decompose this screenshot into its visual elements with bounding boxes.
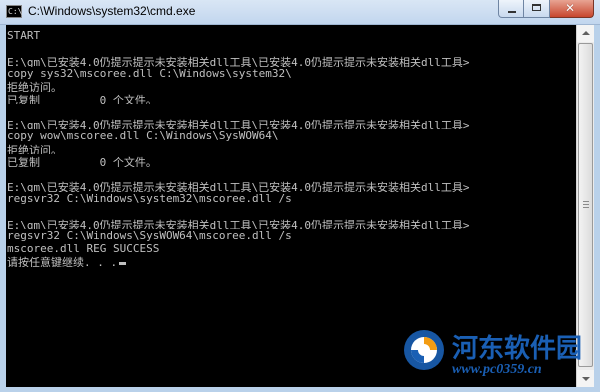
console-line: 拒绝访问。: [7, 143, 62, 155]
console-line: copy sys32\mscoree.dll C:\Windows\system…: [7, 66, 292, 80]
maximize-icon: [532, 4, 541, 11]
minimize-button[interactable]: [498, 0, 524, 18]
close-button[interactable]: ✕: [550, 0, 594, 18]
console-line: 已复制 0 个文件。: [7, 93, 157, 105]
console-line: E:\gm\已安装4.0仍提示提示未安装相关dll工具\已安装4.0仍提示提示未…: [7, 56, 470, 67]
console-line: E:\gm\已安装4.0仍提示提示未安装相关dll工具\已安装4.0仍提示提示未…: [7, 118, 470, 130]
grip-line: [583, 201, 589, 202]
watermark-logo-icon: [404, 330, 444, 370]
console-line: E:\gm\已安装4.0仍提示提示未安装相关dll工具\已安装4.0仍提示提示未…: [7, 181, 470, 192]
console-line: 拒绝访问。: [7, 81, 62, 92]
grip-line: [583, 204, 589, 205]
close-icon: ✕: [565, 1, 576, 15]
console-line: 已复制 0 个文件。: [7, 156, 157, 167]
console-line: regsvr32 C:\Windows\SysWOW64\mscoree.dll…: [7, 229, 292, 242]
maximize-button[interactable]: [524, 0, 550, 18]
console-line: copy wow\mscoree.dll C:\Windows\SysWOW64…: [7, 129, 279, 142]
console-prompt-line: 请按任意键继续. . .: [7, 254, 576, 267]
caption-buttons: ✕: [498, 0, 594, 19]
watermark-name: 河东软件园: [452, 334, 583, 364]
scroll-up-button[interactable]: [577, 25, 594, 42]
console-lines: START E:\gm\已安装4.0仍提示提示未安装相关dll工具\已安装4.0…: [6, 25, 576, 267]
watermark: 河东软件园 www.pc0359.cn: [392, 320, 600, 392]
console-line: regsvr32 C:\Windows\system32\mscoree.dll…: [7, 191, 292, 205]
console-prompt-text: 请按任意键继续. . .: [7, 256, 118, 267]
scroll-thumb[interactable]: [578, 43, 593, 367]
cmd-icon: C:\: [6, 5, 23, 18]
watermark-url: www.pc0359.cn: [452, 362, 542, 377]
grip-line: [583, 207, 589, 208]
arrow-up-icon: [582, 31, 590, 35]
text-cursor: [119, 262, 127, 265]
minimize-icon: [508, 11, 516, 13]
console-line: START: [7, 29, 41, 42]
console-line: mscoree.dll REG SUCCESS: [7, 241, 160, 255]
window-title: C:\Windows\system32\cmd.exe: [28, 4, 196, 18]
console-line: E:\gm\已安装4.0仍提示提示未安装相关dll工具\已安装4.0仍提示提示未…: [7, 218, 470, 230]
title-bar[interactable]: C:\ C:\Windows\system32\cmd.exe ✕: [0, 0, 600, 25]
